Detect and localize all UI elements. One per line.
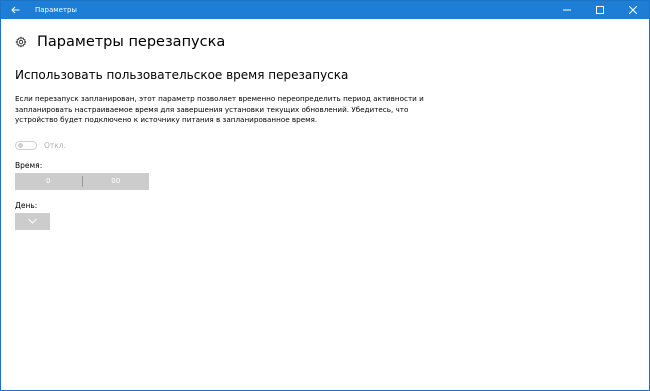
close-button[interactable] xyxy=(616,1,649,19)
back-button[interactable] xyxy=(1,1,29,19)
back-arrow-icon xyxy=(10,6,19,14)
minimize-icon xyxy=(562,9,571,11)
time-hour[interactable]: 0 xyxy=(15,177,82,185)
day-label: День: xyxy=(15,200,38,210)
section-title: Использовать пользовательское время пере… xyxy=(15,68,349,82)
gear-icon xyxy=(15,36,27,48)
page-header: Параметры перезапуска xyxy=(15,34,635,50)
window-controls xyxy=(550,1,649,19)
minimize-button[interactable] xyxy=(550,1,583,19)
restart-toggle-row: Откл. xyxy=(15,140,635,150)
chevron-down-icon xyxy=(28,218,37,224)
maximize-button[interactable] xyxy=(583,1,616,19)
day-select[interactable] xyxy=(15,212,50,230)
time-minute[interactable]: 00 xyxy=(83,177,150,185)
time-picker[interactable]: 0 00 xyxy=(15,172,150,190)
time-label: Время: xyxy=(15,160,43,170)
toggle-knob xyxy=(18,142,23,148)
section-description: Если перезапуск запланирован, этот парам… xyxy=(15,94,424,125)
maximize-icon xyxy=(595,6,604,14)
settings-window: Параметры Параметры перезапуска Использо… xyxy=(0,0,650,391)
settings-content: Параметры перезапуска Использовать польз… xyxy=(15,19,635,230)
title-bar: Параметры xyxy=(1,1,649,19)
custom-restart-toggle[interactable] xyxy=(15,140,37,150)
window-title: Параметры xyxy=(35,6,77,14)
page-title: Параметры перезапуска xyxy=(37,34,226,50)
close-icon xyxy=(628,6,637,14)
toggle-state-label: Откл. xyxy=(44,140,66,150)
